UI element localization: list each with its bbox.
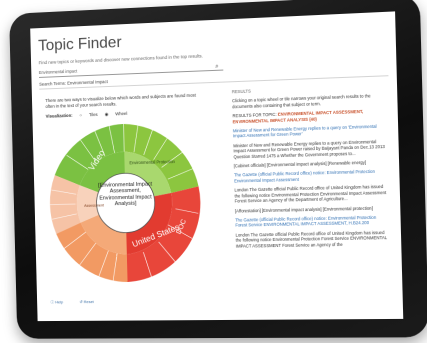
wheel-controls: ⓘ Help ↺ Reset — [50, 299, 109, 305]
results-topic: RESULTS FOR TOPIC: ENVIRONMENTAL IMPACT … — [232, 109, 364, 124]
result-tags-1: [Cabinet officials] [Environmental impac… — [233, 159, 367, 169]
result-title-1[interactable]: Minister of New and Renewable Energy rep… — [233, 123, 386, 139]
tiles-option[interactable]: ○ Tiles — [79, 112, 97, 118]
result-body-3: London The Gazette official Public Recor… — [235, 229, 388, 249]
result-title-2[interactable]: The Gazette (official Public Record offi… — [234, 169, 387, 184]
result-body-2: London The Gazette official Public Recor… — [234, 184, 387, 204]
reset-link[interactable]: ↺ Reset — [79, 299, 101, 304]
app-screen: Topic Finder Find new topics or keywords… — [30, 11, 404, 322]
wheel-center-label-box: [Environmental Impact Assessment, Enviro… — [98, 181, 153, 208]
visualization-intro: There are two ways to visualize below wh… — [45, 92, 196, 109]
help-link[interactable]: ⓘ Help — [50, 299, 70, 304]
visualization-label: Visualization: — [45, 112, 73, 119]
wheel-option[interactable]: ◉ Wheel — [105, 111, 128, 117]
results-panel: RESULTS Clicking on a topic wheel or til… — [232, 84, 389, 253]
search-input-value: Environmental impact — [38, 68, 78, 76]
topic-wheel[interactable]: Video Environmental Protection Assessmen… — [42, 116, 211, 288]
results-instructions: Clicking on a topic wheel or tile narrow… — [232, 93, 371, 110]
wheel-center-label: [Environmental Impact Assessment, Enviro… — [98, 181, 153, 208]
search-icon[interactable]: ⌕ — [215, 63, 219, 71]
result-title-3[interactable]: The Gazette (official Public Record offi… — [235, 214, 388, 228]
page-title: Topic Finder — [37, 34, 122, 55]
result-tags-2: [Afforestation] [Environmental impact an… — [234, 205, 373, 214]
result-body-1: Minister of New and Renewable Energy rep… — [233, 138, 385, 160]
tablet-frame: Topic Finder Find new topics or keywords… — [9, 0, 427, 339]
